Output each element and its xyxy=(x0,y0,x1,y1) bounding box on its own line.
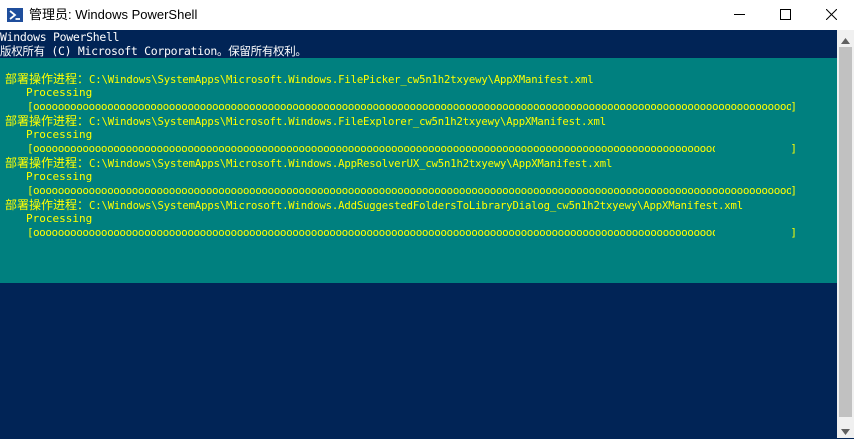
activity-label: 部署操作进程： xyxy=(5,156,90,170)
progress-status: Processing xyxy=(26,212,93,225)
activity-label: 部署操作进程： xyxy=(5,198,90,212)
progress-bar: [ oooooooooooooooooooooooooooooooooooooo… xyxy=(27,226,797,240)
progress-bar-close: ] xyxy=(790,142,797,155)
minimize-icon xyxy=(733,8,745,23)
progress-bar-close: ] xyxy=(790,100,797,113)
title-bar[interactable]: 管理员: Windows PowerShell xyxy=(0,0,854,30)
scroll-down-arrow-icon xyxy=(841,420,850,439)
powershell-icon[interactable] xyxy=(7,7,23,23)
activity-label: 部署操作进程： xyxy=(5,72,90,86)
close-icon xyxy=(825,8,837,23)
progress-bar: [ oooooooooooooooooooooooooooooooooooooo… xyxy=(27,184,797,198)
close-button[interactable] xyxy=(808,0,854,30)
progress-status: Processing xyxy=(26,128,93,141)
vertical-scrollbar[interactable] xyxy=(837,30,854,438)
maximize-icon xyxy=(779,8,791,23)
progress-record-4: 部署操作进程：C:\Windows\SystemApps\Microsoft.W… xyxy=(0,198,837,240)
progress-panel: 部署操作进程：C:\Windows\SystemApps\Microsoft.W… xyxy=(0,58,837,283)
progress-bar-fill: oooooooooooooooooooooooooooooooooooooooo… xyxy=(33,226,715,239)
console-banner-title: Windows PowerShell xyxy=(0,30,120,44)
activity-path: C:\Windows\SystemApps\Microsoft.Windows.… xyxy=(89,158,613,170)
console-output[interactable]: Windows PowerShell 版权所有 (C) Microsoft Co… xyxy=(0,30,837,438)
progress-activity: 部署操作进程：C:\Windows\SystemApps\Microsoft.W… xyxy=(5,156,612,171)
scroll-down-button[interactable] xyxy=(837,421,854,438)
progress-status: Processing xyxy=(26,170,93,183)
progress-record-2: 部署操作进程：C:\Windows\SystemApps\Microsoft.W… xyxy=(0,114,837,156)
progress-bar: [ oooooooooooooooooooooooooooooooooooooo… xyxy=(27,100,797,114)
progress-activity: 部署操作进程：C:\Windows\SystemApps\Microsoft.W… xyxy=(5,72,594,87)
progress-bar-close: ] xyxy=(790,184,797,197)
activity-path: C:\Windows\SystemApps\Microsoft.Windows.… xyxy=(89,74,594,86)
window-title: 管理员: Windows PowerShell xyxy=(29,7,198,22)
progress-bar-fill: oooooooooooooooooooooooooooooooooooooooo… xyxy=(33,100,791,113)
progress-record-3: 部署操作进程：C:\Windows\SystemApps\Microsoft.W… xyxy=(0,156,837,198)
progress-bar-fill: oooooooooooooooooooooooooooooooooooooooo… xyxy=(33,142,715,155)
scroll-thumb[interactable] xyxy=(839,47,852,417)
activity-label: 部署操作进程： xyxy=(5,114,90,128)
activity-path: C:\Windows\SystemApps\Microsoft.Windows.… xyxy=(89,200,743,212)
console-banner-copyright: 版权所有 (C) Microsoft Corporation。保留所有权利。 xyxy=(0,44,307,58)
maximize-button[interactable] xyxy=(762,0,808,30)
activity-path: C:\Windows\SystemApps\Microsoft.Windows.… xyxy=(89,116,606,128)
scroll-up-arrow-icon xyxy=(841,29,850,48)
progress-status: Processing xyxy=(26,86,93,99)
progress-bar: [ oooooooooooooooooooooooooooooooooooooo… xyxy=(27,142,797,156)
progress-activity: 部署操作进程：C:\Windows\SystemApps\Microsoft.W… xyxy=(5,198,743,213)
scroll-up-button[interactable] xyxy=(837,30,854,47)
progress-bar-close: ] xyxy=(790,226,797,239)
progress-record-1: 部署操作进程：C:\Windows\SystemApps\Microsoft.W… xyxy=(0,72,837,114)
minimize-button[interactable] xyxy=(716,0,762,30)
progress-bar-fill: oooooooooooooooooooooooooooooooooooooooo… xyxy=(33,184,791,197)
progress-activity: 部署操作进程：C:\Windows\SystemApps\Microsoft.W… xyxy=(5,114,606,129)
